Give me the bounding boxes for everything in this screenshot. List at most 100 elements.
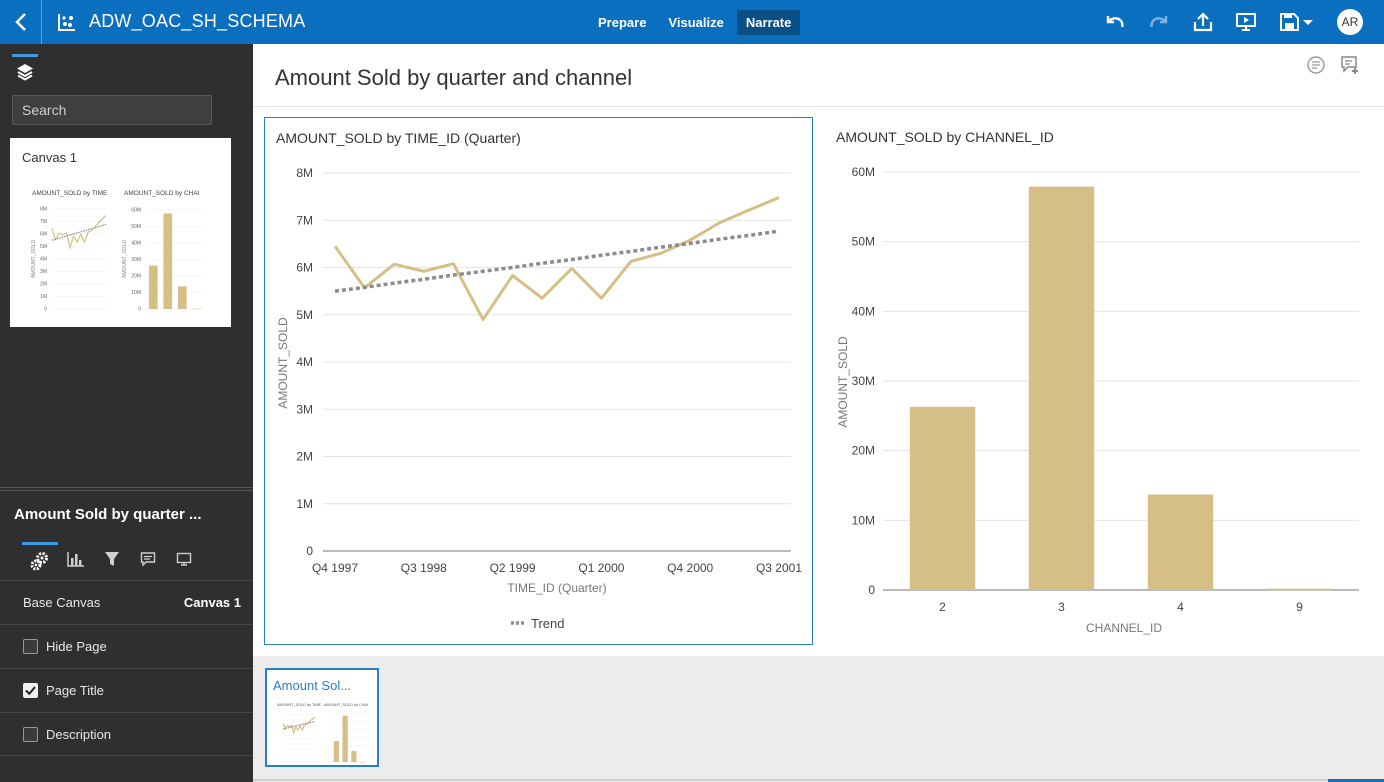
share-icon <box>1193 12 1213 32</box>
comment-icon <box>140 552 156 567</box>
line-y-tick-label: 0 <box>306 544 313 558</box>
present-button[interactable] <box>1234 10 1258 34</box>
back-button[interactable] <box>0 0 42 44</box>
mini-y-tick: 6M <box>40 232 47 238</box>
bar-channel-9 <box>1266 588 1333 591</box>
story-page-thumbnail[interactable]: Amount Sol... AMOUNT_SOLD by TIME AMOUNT… <box>265 668 379 767</box>
redo-button[interactable] <box>1147 10 1171 34</box>
presentation-icon <box>1236 13 1256 31</box>
line-chart-grid <box>323 172 791 552</box>
layers-icon <box>17 63 33 81</box>
mini-bar <box>148 265 158 309</box>
gears-icon <box>30 551 48 570</box>
tab-visualizations[interactable] <box>58 542 94 576</box>
mini-y-tick: 0 <box>138 307 141 313</box>
line-y-tick-label: 1M <box>296 497 313 511</box>
bar-channel-3 <box>1028 186 1095 590</box>
bar-y-tick-label: 50M <box>852 235 875 249</box>
filter-icon <box>105 552 119 566</box>
tab-visualize[interactable]: Visualize <box>659 10 732 35</box>
line-y-tick-label: 6M <box>296 261 313 275</box>
bar-y-tick-label: 20M <box>852 444 875 458</box>
properties-title: Amount Sold by quarter ... <box>14 506 202 523</box>
line-y-tick-label: 4M <box>296 355 313 369</box>
line-y-tick-label: 5M <box>296 308 313 322</box>
project-icon <box>58 14 75 31</box>
save-menu-button[interactable] <box>1279 10 1317 34</box>
bar-chart: 60M 50M 40M 30M 20M 10M 0 2 3 4 9 AMOUNT_SOLD CHA… <box>836 165 1359 635</box>
bar-chart-ylabel: AMOUNT_SOLD <box>836 336 850 428</box>
panel-splitter[interactable] <box>0 487 253 491</box>
mini-y-tick: 10M <box>131 290 141 296</box>
hide-page-checkbox[interactable] <box>23 639 38 654</box>
mini-y-tick: 60M <box>131 208 141 214</box>
tab-notes[interactable] <box>130 542 166 576</box>
base-canvas-row[interactable]: Base Canvas Canvas 1 <box>0 580 253 624</box>
mini-series-line <box>282 716 316 735</box>
line-chart-viz[interactable]: AMOUNT_SOLD by TIME_ID (Quarter) 8M 7M 6M 5… <box>264 117 813 645</box>
mini-y-tick: 5M <box>40 244 47 250</box>
mini-bar <box>192 308 202 310</box>
hide-page-label: Hide Page <box>46 639 107 654</box>
mini-line-ylabel: AMOUNT_SOLD <box>31 240 37 278</box>
page-title[interactable]: Amount Sold by quarter and channel <box>275 65 632 91</box>
add-comment-icon <box>1341 56 1358 74</box>
mini-y-tick: 30M <box>131 257 141 263</box>
base-canvas-label: Base Canvas <box>23 595 101 610</box>
canvases-tab[interactable] <box>12 54 38 86</box>
base-canvas-value[interactable]: Canvas 1 <box>184 595 241 610</box>
undo-button[interactable] <box>1103 10 1127 34</box>
story-page-preview: AMOUNT_SOLD by TIME AMOUNT_SOLD by CHAI <box>277 703 368 763</box>
properties-tabs <box>22 542 202 578</box>
mini-y-tick: 50M <box>131 224 141 230</box>
bar-chart-viz[interactable]: AMOUNT_SOLD by CHANNEL_ID 60M 50M 40M 30M 20… <box>825 117 1374 645</box>
screen-icon <box>176 552 192 566</box>
bar-chart-xlabel: CHANNEL_ID <box>1086 621 1162 635</box>
export-button[interactable] <box>1191 10 1215 34</box>
page-title-checkbox[interactable] <box>23 683 38 698</box>
story-pages-strip: Amount Sol... AMOUNT_SOLD by TIME AMOUNT… <box>253 656 1384 782</box>
mini-bar <box>177 286 187 309</box>
undo-icon <box>1106 16 1124 28</box>
bar-y-tick-label: 60M <box>852 165 875 179</box>
line-x-tick-label: Q3 2001 <box>756 561 802 575</box>
save-icon <box>1280 13 1313 31</box>
line-chart-legend[interactable]: Trend <box>511 616 564 631</box>
mini-y-tick: 3M <box>40 269 47 275</box>
line-x-tick-label: Q1 2000 <box>578 561 624 575</box>
bar-x-tick-label: 2 <box>939 600 946 614</box>
strip-scroll-track <box>253 779 1384 781</box>
add-note-button[interactable] <box>1339 54 1361 76</box>
user-avatar[interactable]: AR <box>1337 9 1363 35</box>
description-label: Description <box>46 726 112 742</box>
page-tools <box>1305 54 1361 76</box>
mini-y-tick: 8M <box>40 207 47 213</box>
canvas-thumbnail[interactable]: Canvas 1 AMOUNT_SOLD by TIME AMOUNT_SOLD… <box>10 138 231 327</box>
line-x-tick-label: Q4 2000 <box>667 561 713 575</box>
bar-channel-2 <box>909 406 976 590</box>
line-x-tick-label: Q2 1999 <box>490 561 536 575</box>
hide-page-row: Hide Page <box>0 624 253 668</box>
app-window: ADW_OAC_SH_SCHEMA Prepare Visualize Narr… <box>0 0 1384 782</box>
mini-bar-title: AMOUNT_SOLD by CHAI <box>124 190 200 197</box>
bar-chart-icon <box>67 552 84 567</box>
bar-y-tick-label: 10M <box>852 513 875 527</box>
notes-button[interactable] <box>1305 54 1327 76</box>
mini-bar <box>351 751 357 762</box>
story-canvas: Amount Sold by quarter and channel AMOUN… <box>253 44 1384 782</box>
legend-trend-label: Trend <box>531 616 564 631</box>
tab-prepare[interactable]: Prepare <box>589 10 655 35</box>
description-checkbox[interactable] <box>23 726 38 742</box>
tab-narrate[interactable]: Narrate <box>736 10 801 35</box>
title-separator <box>253 106 1384 107</box>
line-chart-x-ticks: Q4 1997 Q3 1998 Q2 1999 Q1 2000 Q4 2000 Q3 20… <box>312 561 802 575</box>
tab-general[interactable] <box>22 542 58 576</box>
canvas-thumbnail-preview: AMOUNT_SOLD by TIME AMOUNT_SOLD by CHAI … <box>31 190 204 313</box>
mini-bar <box>360 761 366 763</box>
tab-presentation[interactable] <box>166 542 202 576</box>
project-title: ADW_OAC_SH_SCHEMA <box>89 11 306 31</box>
bar-y-tick-label: 0 <box>868 583 875 597</box>
tab-filters[interactable] <box>94 542 130 576</box>
bar-y-tick-label: 40M <box>852 304 875 318</box>
search-input[interactable] <box>12 95 212 125</box>
